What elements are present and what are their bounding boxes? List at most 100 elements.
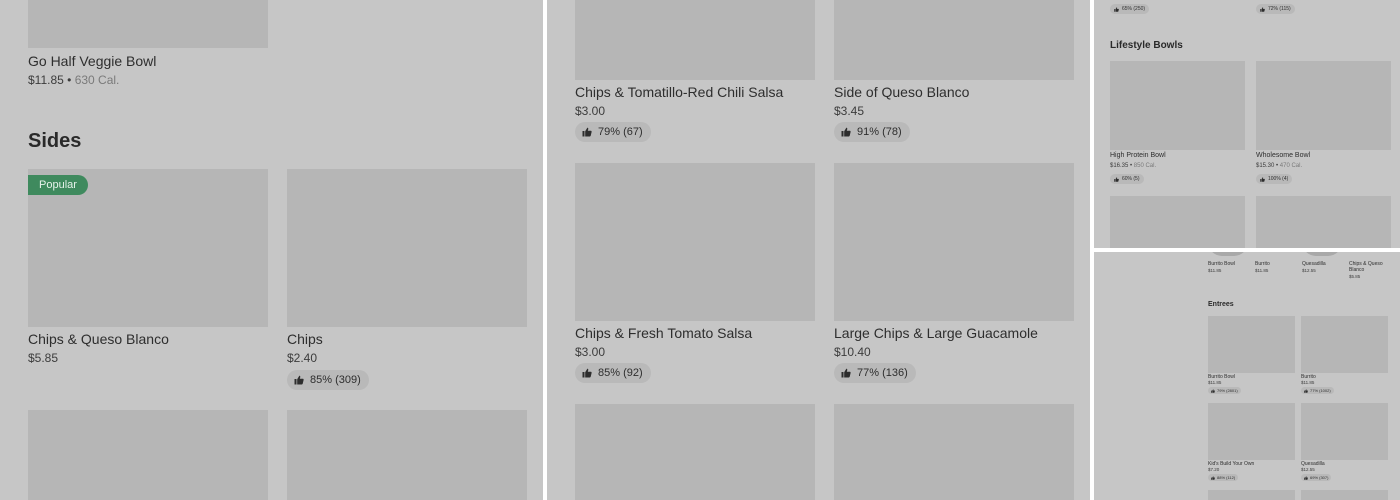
item-price: $11.85 (1255, 268, 1269, 273)
item-calories: 630 Cal. (74, 73, 120, 87)
thumbs-up-icon (1211, 388, 1215, 393)
rating-text: 91% (78) (857, 126, 902, 138)
item-name[interactable]: Chips & Tomatillo-Red Chili Salsa (575, 84, 783, 100)
item-image[interactable] (1301, 490, 1388, 500)
item-image[interactable] (1208, 316, 1295, 373)
rating-pill: 65% (250) (1110, 4, 1150, 14)
item-image[interactable] (575, 0, 815, 80)
item-price: $3.00 (575, 345, 606, 359)
item-price-cal: $15.30 • 470 Cal. (1256, 163, 1303, 169)
item-image[interactable] (1256, 196, 1391, 248)
item-price: $5.85 (28, 351, 59, 365)
item-name[interactable]: Burrito Bowl (1208, 261, 1235, 267)
item-name[interactable]: Chips & Queso Blanco (1349, 261, 1389, 273)
item-image[interactable] (287, 169, 527, 327)
item-name[interactable]: Wholesome Bowl (1256, 152, 1310, 159)
rating-text: 69% (307) (1310, 475, 1329, 480)
item-calories: 470 Cal. (1279, 163, 1303, 169)
section-heading-entrees: Entrees (1208, 301, 1234, 308)
item-price: $5.85 (1349, 274, 1361, 279)
rating-pill: 88% (112) (1208, 474, 1239, 481)
rating-text: 88% (112) (1217, 475, 1236, 480)
rating-text: 85% (309) (310, 374, 361, 386)
thumbs-up-icon (582, 368, 592, 378)
rating-text: 79% (67) (598, 126, 643, 138)
thumbs-up-icon (841, 127, 851, 137)
thumbs-up-icon (1211, 475, 1215, 480)
item-name[interactable]: Chips (287, 331, 323, 347)
rating-pill: 79% (67) (575, 122, 651, 142)
item-image[interactable] (1208, 252, 1248, 256)
item-price: $12.55 (1302, 268, 1316, 273)
item-price: $7.20 (1208, 467, 1220, 472)
menu-panel-sides: Go Half Veggie Bowl $11.85 • 630 Cal. Si… (0, 0, 543, 500)
thumbs-up-icon (1114, 6, 1119, 12)
item-image[interactable] (1301, 316, 1388, 373)
popular-badge: Popular (28, 175, 88, 195)
rating-text: 72% (115) (1268, 6, 1291, 12)
item-price: $2.40 (287, 351, 318, 365)
rating-pill: 91% (78) (834, 122, 910, 142)
item-image[interactable] (834, 163, 1074, 321)
item-image[interactable] (575, 163, 815, 321)
thumbs-up-icon (1304, 388, 1308, 393)
rating-pill: 85% (309) (287, 370, 369, 390)
item-name[interactable]: Burrito (1255, 261, 1270, 267)
item-image[interactable] (28, 410, 268, 500)
item-price: $11.85 (1301, 380, 1315, 385)
item-calories: 850 Cal. (1133, 163, 1157, 169)
item-price: $11.85 (28, 73, 64, 87)
rating-text: 79% (2801) (1217, 388, 1238, 393)
item-image[interactable] (834, 404, 1074, 500)
thumbs-up-icon (1260, 6, 1265, 12)
item-image[interactable] (1110, 196, 1245, 248)
rating-text: 77% (136) (857, 367, 908, 379)
item-image[interactable] (1208, 403, 1295, 460)
item-image[interactable] (575, 404, 815, 500)
rating-pill: 77% (1002) (1301, 387, 1334, 394)
rating-text: 85% (92) (598, 367, 643, 379)
item-price-cal: $11.85 • 630 Cal. (28, 73, 120, 87)
item-name[interactable]: High Protein Bowl (1110, 152, 1166, 159)
section-heading-lifestyle-bowls: Lifestyle Bowls (1110, 40, 1183, 51)
item-name[interactable]: Quesadilla (1302, 261, 1326, 267)
item-image[interactable] (28, 0, 268, 48)
item-image[interactable] (1302, 252, 1342, 256)
item-name[interactable]: Side of Queso Blanco (834, 84, 969, 100)
rating-pill: 69% (307) (1301, 474, 1332, 481)
item-image[interactable] (1110, 61, 1245, 150)
item-price: $15.30 (1256, 163, 1275, 169)
item-image[interactable] (834, 0, 1074, 80)
item-name[interactable]: Large Chips & Large Guacamole (834, 325, 1038, 341)
item-price: $12.55 (1301, 467, 1315, 472)
thumbs-up-icon (1304, 475, 1308, 480)
thumbs-up-icon (582, 127, 592, 137)
rating-pill: 79% (2801) (1208, 387, 1241, 394)
menu-panel-lifestyle-bowls: 65% (250) 72% (115) Lifestyle Bowls High… (1094, 0, 1400, 248)
item-price: $3.45 (834, 104, 865, 118)
rating-pill: 85% (92) (575, 363, 651, 383)
item-name[interactable]: Chips & Queso Blanco (28, 331, 169, 347)
item-price: $3.00 (575, 104, 606, 118)
rating-pill: 77% (136) (834, 363, 916, 383)
menu-panel-sides-continued: Chips & Tomatillo-Red Chili Salsa $3.00 … (547, 0, 1090, 500)
item-price: $11.85 (1208, 380, 1222, 385)
rating-pill: 60% (5) (1110, 174, 1144, 184)
item-price: $10.40 (834, 345, 871, 359)
menu-panel-entrees: Burrito Bowl $11.85 Burrito $11.85 Quesa… (1094, 252, 1400, 500)
item-price: $11.85 (1208, 268, 1222, 273)
item-image[interactable] (1301, 403, 1388, 460)
rating-text: 100% (4) (1268, 176, 1289, 182)
item-image[interactable] (1208, 490, 1295, 500)
thumbs-up-icon (1260, 176, 1265, 182)
item-name[interactable]: Chips & Fresh Tomato Salsa (575, 325, 752, 341)
thumbs-up-icon (841, 368, 851, 378)
item-image[interactable] (1256, 61, 1391, 150)
thumbs-up-icon (1114, 176, 1119, 182)
item-price: $16.35 (1110, 163, 1129, 169)
item-image[interactable] (287, 410, 527, 500)
thumbs-up-icon (294, 375, 304, 385)
rating-pill: 72% (115) (1256, 4, 1295, 14)
item-price-cal: $16.35 • 850 Cal. (1110, 163, 1157, 169)
item-name[interactable]: Go Half Veggie Bowl (28, 53, 156, 69)
